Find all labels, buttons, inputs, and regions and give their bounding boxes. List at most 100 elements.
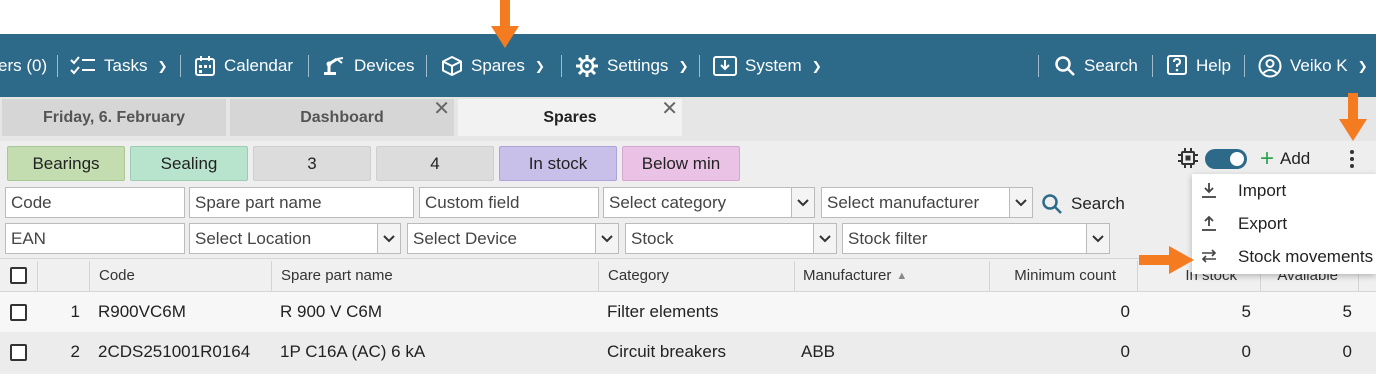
more-actions-menu: Import Export Stock movements — [1192, 174, 1376, 274]
chip-label: In stock — [528, 153, 588, 173]
cell-in-stock: 5 — [1241, 302, 1251, 321]
chevron-down-icon[interactable] — [1009, 187, 1033, 218]
upload-icon — [1202, 215, 1216, 231]
column-header-label: Category — [608, 267, 669, 284]
chip-label: Sealing — [160, 153, 218, 173]
nav-item-calendar-label: Calendar — [224, 55, 293, 75]
location-select[interactable]: Select Location — [189, 223, 401, 254]
location-select-value: Select Location — [195, 228, 312, 248]
nav-separator — [308, 55, 309, 77]
chevron-down-icon[interactable] — [377, 223, 401, 254]
tab-spares-label: Spares — [543, 108, 597, 126]
nav-item-calendar[interactable]: Calendar — [194, 34, 293, 97]
manufacturer-select[interactable]: Select manufacturer — [821, 187, 1033, 218]
nav-item-settings-label: Settings — [607, 55, 669, 75]
chip-below-min[interactable]: Below min — [622, 146, 740, 181]
chip-4[interactable]: 4 — [376, 146, 494, 181]
chevron-down-icon: ❯ — [678, 58, 689, 73]
select-all-checkbox[interactable] — [10, 259, 27, 292]
cell-code: 2CDS251001R0164 — [98, 342, 251, 361]
chip-sealing[interactable]: Sealing — [130, 146, 248, 181]
annotation-arrow-down — [1339, 93, 1367, 141]
user-icon — [1258, 54, 1282, 77]
nav-item-orders[interactable]: ers (0) — [0, 34, 47, 97]
column-header-code[interactable]: Code — [99, 259, 135, 292]
device-select[interactable]: Select Device — [407, 223, 619, 254]
tab-bar: Friday, 6. February Dashboard ✕ Spares ✕ — [0, 97, 1376, 141]
sort-ascending-icon: ▲ — [896, 269, 908, 282]
chevron-down-icon: ❯ — [811, 58, 822, 73]
code-filter-placeholder: Code — [11, 192, 52, 212]
nav-item-tasks[interactable]: Tasks ❯ — [70, 34, 168, 97]
menu-item-stock-movements[interactable]: Stock movements — [1192, 240, 1376, 273]
add-button[interactable]: + Add — [1260, 146, 1310, 172]
stock-filter-select[interactable]: Stock filter — [842, 223, 1110, 254]
search-icon — [1042, 193, 1062, 214]
ean-placeholder: EAN — [11, 228, 46, 248]
tab-dashboard-label: Dashboard — [300, 108, 384, 126]
nav-separator — [426, 55, 427, 77]
tab-date[interactable]: Friday, 6. February — [2, 99, 226, 136]
column-header-label: Minimum count — [1014, 267, 1116, 284]
nav-separator — [699, 55, 700, 77]
chevron-down-icon: ❯ — [1357, 58, 1368, 73]
menu-item-export[interactable]: Export — [1192, 207, 1376, 240]
table-row[interactable]: 2 2CDS251001R0164 1P C16A (AC) 6 kA Circ… — [0, 332, 1376, 372]
stock-select[interactable]: Stock — [625, 223, 837, 254]
swap-icon — [1201, 249, 1217, 263]
chevron-down-icon[interactable] — [813, 223, 837, 254]
chevron-down-icon[interactable] — [1086, 223, 1110, 254]
row-checkbox[interactable] — [10, 292, 27, 332]
row-checkbox[interactable] — [10, 332, 27, 372]
chip-bearings[interactable]: Bearings — [7, 146, 125, 181]
nav-search-button[interactable]: Search — [1054, 34, 1138, 97]
chip-3[interactable]: 3 — [253, 146, 371, 181]
nav-item-devices[interactable]: Devices — [322, 34, 414, 97]
user-menu[interactable]: Veiko K ❯ — [1258, 34, 1368, 97]
spare-part-name-placeholder: Spare part name — [195, 192, 322, 212]
custom-field-filter[interactable]: Custom field — [419, 187, 599, 218]
column-header-name[interactable]: Spare part name — [281, 259, 393, 292]
nav-separator — [1038, 55, 1039, 77]
filter-search-label: Search — [1071, 193, 1125, 213]
column-header-manufacturer[interactable]: Manufacturer ▲ — [803, 259, 907, 292]
tab-dashboard[interactable]: Dashboard ✕ — [230, 99, 454, 136]
chip-label: 3 — [307, 153, 317, 173]
add-button-label: Add — [1280, 149, 1311, 168]
view-toggle[interactable] — [1205, 149, 1247, 169]
cell-available: 0 — [1342, 342, 1352, 361]
nav-separator — [57, 55, 58, 77]
custom-field-placeholder: Custom field — [425, 192, 520, 212]
close-icon[interactable]: ✕ — [661, 99, 678, 119]
column-divider — [598, 261, 599, 291]
cell-min-count: 0 — [1120, 342, 1130, 361]
nav-item-system-label: System — [745, 55, 802, 75]
top-navbar: ers (0) Tasks ❯ Calendar Devices Spares … — [0, 34, 1376, 97]
nav-item-system[interactable]: System ❯ — [713, 34, 822, 97]
nav-help-button[interactable]: Help — [1166, 34, 1231, 97]
device-select-value: Select Device — [413, 228, 517, 248]
category-select[interactable]: Select category — [603, 187, 815, 218]
close-icon[interactable]: ✕ — [433, 99, 450, 119]
nav-separator — [561, 55, 562, 77]
checklist-icon — [70, 55, 95, 74]
spare-part-name-filter[interactable]: Spare part name — [189, 187, 414, 218]
column-header-label: Code — [99, 267, 135, 284]
more-vertical-icon[interactable] — [1348, 149, 1356, 169]
chevron-down-icon[interactable] — [595, 223, 619, 254]
filter-search-button[interactable]: Search — [1041, 188, 1125, 219]
gear-icon — [576, 54, 598, 77]
menu-item-import[interactable]: Import — [1192, 174, 1376, 207]
chip-in-stock[interactable]: In stock — [499, 146, 617, 181]
column-header-category[interactable]: Category — [608, 259, 669, 292]
checkbox-box — [10, 303, 27, 321]
chip-icon[interactable] — [1178, 148, 1198, 168]
tab-spares[interactable]: Spares ✕ — [458, 99, 682, 136]
nav-item-settings[interactable]: Settings ❯ — [575, 34, 689, 97]
code-filter[interactable]: Code — [5, 187, 185, 218]
checkbox-box — [10, 267, 27, 284]
table-row[interactable]: 1 R900VC6M R 900 V C6M Filter elements 0… — [0, 292, 1376, 332]
ean-filter[interactable]: EAN — [5, 223, 185, 254]
chevron-down-icon[interactable] — [791, 187, 815, 218]
column-header-min-count[interactable]: Minimum count — [989, 259, 1116, 292]
